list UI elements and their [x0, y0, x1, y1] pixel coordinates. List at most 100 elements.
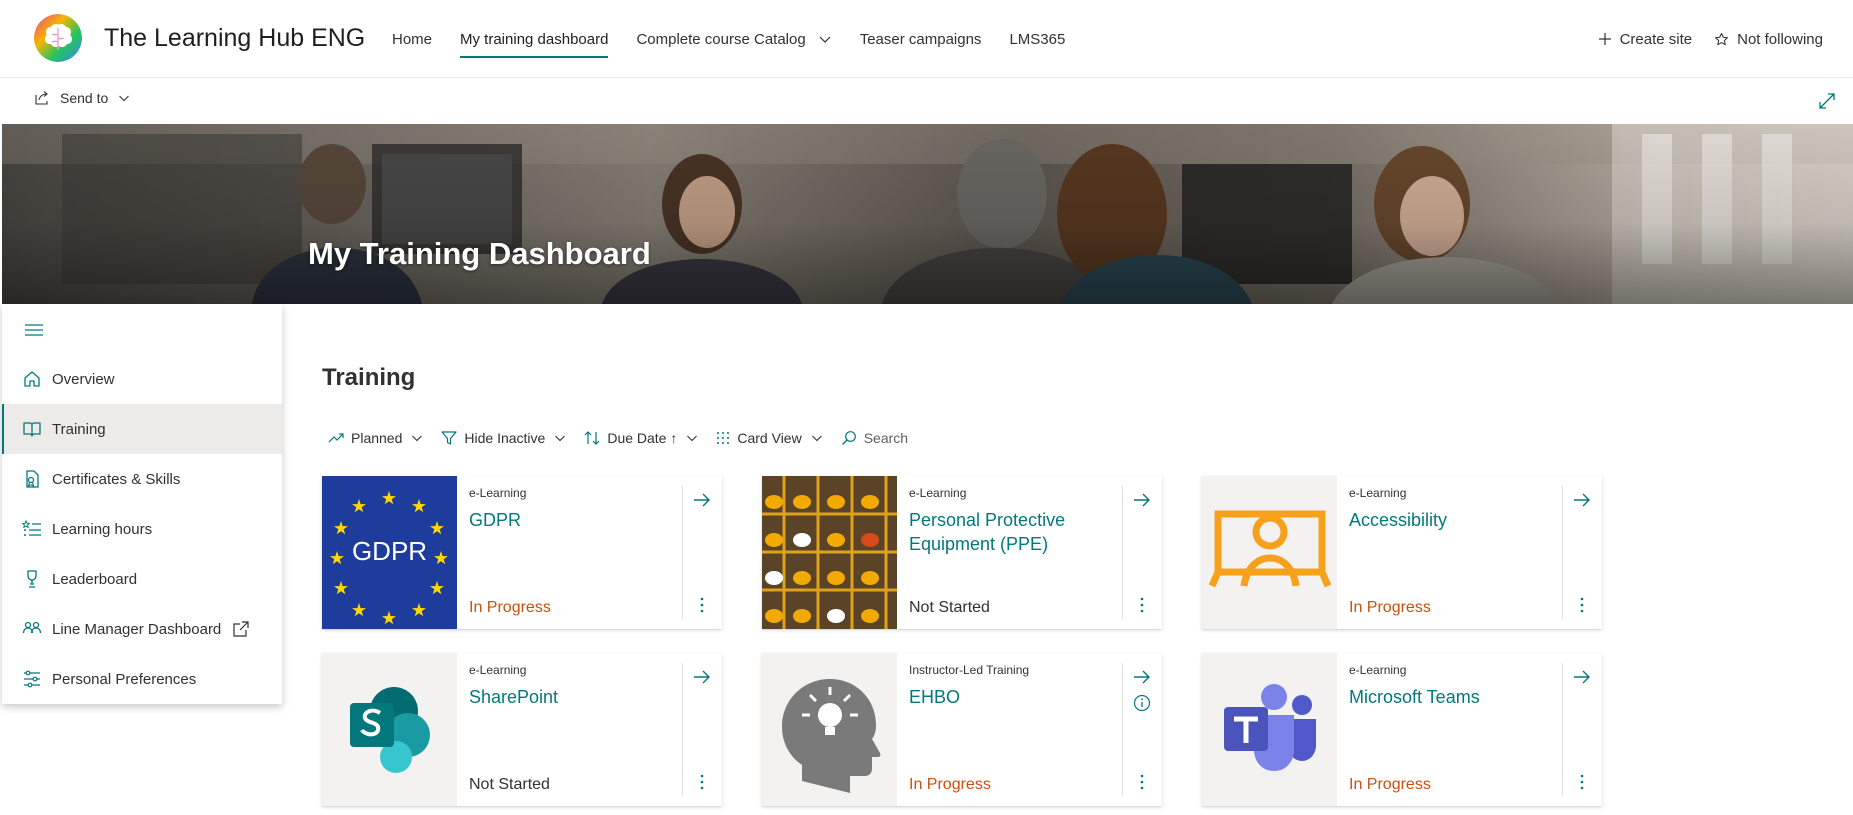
info-icon[interactable]	[1132, 693, 1152, 713]
sort-icon	[584, 431, 600, 445]
brain-logo-icon[interactable]	[34, 14, 82, 62]
trophy-icon	[27, 570, 37, 588]
nav-teaser-campaigns[interactable]: Teaser campaigns	[860, 0, 982, 78]
arrow-right-icon[interactable]	[1132, 667, 1152, 687]
sort-due-date-dropdown[interactable]: Due Date ↑	[584, 430, 698, 446]
card-divider	[682, 663, 683, 796]
chevron-down-icon	[412, 435, 423, 442]
nav-teaser-campaigns-label: Teaser campaigns	[859, 30, 982, 48]
nav-lms365[interactable]: LMS365	[1009, 0, 1065, 78]
section-title: Training	[322, 364, 416, 391]
more-vertical-icon[interactable]	[1132, 595, 1152, 615]
hamburger-menu-icon[interactable]	[24, 322, 44, 338]
more-vertical-icon[interactable]	[692, 595, 712, 615]
card-title[interactable]: GDPR	[469, 508, 663, 532]
header-actions: Create site Not following	[1576, 0, 1823, 78]
card-thumbnail	[1202, 653, 1337, 806]
expand-icon[interactable]	[1817, 91, 1837, 111]
arrow-right-icon[interactable]	[1572, 667, 1592, 687]
side-nav-list: Overview Training Certificates & Skills …	[2, 354, 282, 704]
nav-my-training-dashboard[interactable]: My training dashboard	[460, 0, 609, 78]
side-nav-line-manager-dashboard[interactable]: Line Manager Dashboard	[2, 604, 282, 654]
follow-button[interactable]: Not following	[1714, 31, 1823, 48]
side-nav-leaderboard-label: Leaderboard	[52, 570, 138, 588]
create-site-label: Create site	[1619, 30, 1693, 48]
filter-icon	[441, 431, 457, 445]
arrow-right-icon[interactable]	[692, 667, 712, 687]
side-nav-learning-hours[interactable]: Learning hours	[2, 504, 282, 554]
hide-inactive-label: Hide Inactive	[464, 430, 546, 446]
card-status: Not Started	[909, 599, 990, 616]
side-nav-line-manager-label: Line Manager Dashboard	[52, 620, 222, 638]
more-vertical-icon[interactable]	[1572, 772, 1592, 792]
card-divider	[1562, 663, 1563, 796]
side-nav-personal-preferences[interactable]: Personal Preferences	[2, 654, 282, 704]
card-title[interactable]: SharePoint	[469, 685, 663, 709]
card-title[interactable]: Microsoft Teams	[1349, 685, 1543, 709]
arrow-right-icon[interactable]	[692, 490, 712, 510]
not-following-label: Not following	[1737, 30, 1823, 48]
card-status: In Progress	[909, 776, 991, 793]
card-title[interactable]: Personal Protective Equipment (PPE)	[909, 508, 1103, 556]
card-status: In Progress	[1349, 599, 1431, 616]
more-vertical-icon[interactable]	[1572, 595, 1592, 615]
nav-home[interactable]: Home	[392, 0, 432, 78]
card-thumbnail	[1202, 476, 1337, 629]
side-nav-training[interactable]: Training	[2, 404, 282, 454]
plus-icon	[1598, 33, 1611, 45]
side-nav-overview-label: Overview	[52, 370, 115, 388]
site-title[interactable]: The Learning Hub ENG	[104, 24, 365, 53]
head-lightbulb-image	[762, 653, 897, 806]
sharepoint-logo-image	[322, 653, 457, 806]
card-title[interactable]: EHBO	[909, 685, 1103, 709]
card-status: Not Started	[469, 776, 550, 793]
training-card-gdpr[interactable]: GDPR e-Learning GDPR In Progress	[322, 476, 722, 629]
card-type: e-Learning	[1349, 663, 1407, 677]
search-icon	[841, 431, 856, 445]
side-nav-certificates-skills[interactable]: Certificates & Skills	[2, 454, 282, 504]
gdpr-thumbnail-text: GDPR	[351, 536, 428, 566]
more-vertical-icon[interactable]	[692, 772, 712, 792]
side-nav-leaderboard[interactable]: Leaderboard	[2, 554, 282, 604]
card-divider	[1122, 486, 1123, 619]
side-nav-learning-hours-label: Learning hours	[52, 520, 153, 538]
card-type: e-Learning	[469, 486, 527, 500]
training-card-accessibility[interactable]: e-Learning Accessibility In Progress	[1202, 476, 1602, 629]
chevron-down-icon	[687, 435, 698, 442]
planned-filter-dropdown[interactable]: Planned	[328, 430, 423, 446]
training-toolbar: Planned Hide Inactive Due Date ↑ Card Vi…	[328, 426, 926, 450]
arrow-right-icon[interactable]	[1572, 490, 1592, 510]
nav-home-label: Home	[392, 30, 433, 48]
site-header: The Learning Hub ENG Home My training da…	[0, 0, 1853, 78]
certificate-icon	[26, 470, 39, 488]
trending-icon	[328, 433, 344, 443]
training-card-ehbo[interactable]: Instructor-Led Training EHBO In Progress	[762, 653, 1162, 806]
nav-complete-course-catalog[interactable]: Complete course Catalog	[636, 0, 831, 78]
side-nav-overview[interactable]: Overview	[2, 354, 282, 404]
card-body: e-Learning Personal Protective Equipment…	[897, 476, 1115, 629]
list-star-icon	[22, 519, 41, 536]
arrow-right-icon[interactable]	[1132, 490, 1152, 510]
card-title[interactable]: Accessibility	[1349, 508, 1543, 532]
training-card-sharepoint[interactable]: e-Learning SharePoint Not Started	[322, 653, 722, 806]
teams-logo-image	[1202, 653, 1337, 806]
hero-shade	[2, 124, 1853, 304]
card-body: e-Learning SharePoint Not Started	[457, 653, 675, 806]
card-view-dropdown[interactable]: Card View	[716, 430, 822, 446]
create-site-button[interactable]: Create site	[1598, 30, 1693, 48]
hide-inactive-filter-dropdown[interactable]: Hide Inactive	[441, 430, 566, 446]
share-icon	[35, 91, 48, 105]
card-divider	[1122, 663, 1123, 796]
send-to-button[interactable]: Send to	[34, 90, 140, 106]
training-side-nav: Overview Training Certificates & Skills …	[2, 304, 282, 704]
home-icon	[24, 371, 40, 387]
chevron-down-icon	[119, 95, 130, 102]
due-date-label: Due Date ↑	[607, 430, 678, 446]
accessibility-image	[1202, 476, 1337, 629]
training-card-microsoft-teams[interactable]: e-Learning Microsoft Teams In Progress	[1202, 653, 1602, 806]
open-in-new-window-icon[interactable]	[232, 620, 250, 638]
people-icon	[22, 621, 42, 634]
training-card-ppe[interactable]: e-Learning Personal Protective Equipment…	[762, 476, 1162, 629]
more-vertical-icon[interactable]	[1132, 772, 1152, 792]
search-button[interactable]: Search	[841, 430, 908, 446]
